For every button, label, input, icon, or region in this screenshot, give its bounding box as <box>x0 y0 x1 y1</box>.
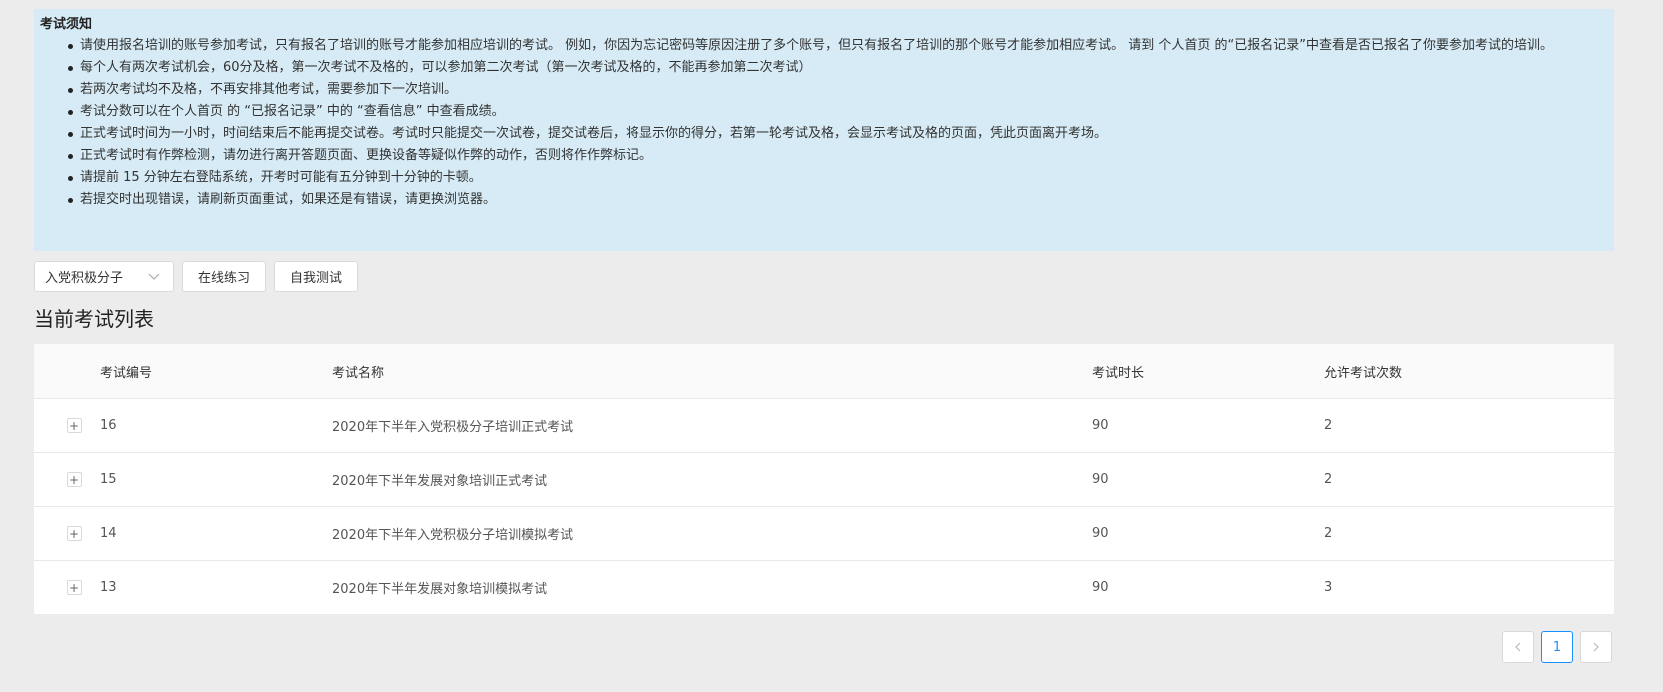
notice-item: 正式考试时有作弊检测，请勿进行离开答题页面、更换设备等疑似作弊的动作，否则将作作… <box>68 145 1608 167</box>
table-header: 考试编号 考试名称 考试时长 允许考试次数 <box>34 344 1614 399</box>
notice-title: 考试须知 <box>40 17 93 32</box>
online-practice-button[interactable]: 在线练习 <box>182 261 267 292</box>
header-duration: 考试时长 <box>1092 365 1145 381</box>
expand-row-button[interactable]: + <box>66 580 82 595</box>
exam-id: 14 <box>100 526 117 541</box>
exam-name: 2020年下半年入党积极分子培训模拟考试 <box>332 528 574 543</box>
page-1-button[interactable]: 1 <box>1541 631 1573 663</box>
header-exam-id: 考试编号 <box>100 365 153 381</box>
notice-item: 正式考试时间为一小时，时间结束后不能再提交试卷。考试时只能提交一次试卷，提交试卷… <box>68 123 1608 145</box>
header-attempts: 允许考试次数 <box>1324 365 1403 381</box>
table-row: + 14 2020年下半年入党积极分子培训模拟考试 90 2 <box>34 507 1614 561</box>
exam-id: 15 <box>100 472 117 487</box>
exam-id: 13 <box>100 580 117 595</box>
chevron-left-icon <box>1515 642 1521 652</box>
exam-table: 考试编号 考试名称 考试时长 允许考试次数 + 16 2020年下半年入党积极分… <box>34 344 1614 614</box>
section-title: 当前考试列表 <box>34 307 154 331</box>
exam-id: 16 <box>100 418 117 433</box>
notice-item: 考试分数可以在个人首页 的 “已报名记录” 中的 “查看信息” 中查看成绩。 <box>68 101 1608 123</box>
exam-duration: 90 <box>1092 418 1109 433</box>
exam-name: 2020年下半年发展对象培训正式考试 <box>332 474 548 489</box>
expand-row-button[interactable]: + <box>66 472 82 487</box>
exam-duration: 90 <box>1092 526 1109 541</box>
exam-attempts: 2 <box>1324 526 1333 541</box>
exam-attempts: 2 <box>1324 418 1333 433</box>
self-test-button[interactable]: 自我测试 <box>274 261 359 292</box>
prev-page-button[interactable] <box>1502 631 1534 663</box>
training-type-select[interactable]: 入党积极分子 <box>34 261 174 292</box>
header-exam-name: 考试名称 <box>332 365 385 381</box>
notice-item: 若提交时出现错误，请刷新页面重试，如果还是有错误，请更换浏览器。 <box>68 189 1608 211</box>
expand-row-button[interactable]: + <box>66 526 82 541</box>
next-page-button[interactable] <box>1580 631 1612 663</box>
exam-duration: 90 <box>1092 580 1109 595</box>
table-row: + 15 2020年下半年发展对象培训正式考试 90 2 <box>34 453 1614 507</box>
exam-duration: 90 <box>1092 472 1109 487</box>
exam-notice-panel: 考试须知 请使用报名培训的账号参加考试，只有报名了培训的账号才能参加相应培训的考… <box>34 9 1614 251</box>
exam-name: 2020年下半年入党积极分子培训正式考试 <box>332 420 574 435</box>
notice-item: 请使用报名培训的账号参加考试，只有报名了培训的账号才能参加相应培训的考试。 例如… <box>68 35 1608 57</box>
exam-name: 2020年下半年发展对象培训模拟考试 <box>332 582 548 597</box>
toolbar: 入党积极分子 在线练习 自我测试 <box>34 261 359 292</box>
notice-item: 若两次考试均不及格，不再安排其他考试，需要参加下一次培训。 <box>68 79 1608 101</box>
exam-attempts: 3 <box>1324 580 1333 595</box>
notice-item: 每个人有两次考试机会，60分及格，第一次考试不及格的，可以参加第二次考试（第一次… <box>68 57 1608 79</box>
chevron-right-icon <box>1593 642 1599 652</box>
table-row: + 13 2020年下半年发展对象培训模拟考试 90 3 <box>34 561 1614 614</box>
notice-item: 请提前 15 分钟左右登陆系统，开考时可能有五分钟到十分钟的卡顿。 <box>68 167 1608 189</box>
notice-list: 请使用报名培训的账号参加考试，只有报名了培训的账号才能参加相应培训的考试。 例如… <box>40 35 1608 211</box>
table-row: + 16 2020年下半年入党积极分子培训正式考试 90 2 <box>34 399 1614 453</box>
training-type-select-value: 入党积极分子 <box>45 271 124 286</box>
expand-row-button[interactable]: + <box>66 418 82 433</box>
exam-attempts: 2 <box>1324 472 1333 487</box>
pagination: 1 <box>1502 631 1612 663</box>
chevron-down-icon <box>148 273 160 280</box>
